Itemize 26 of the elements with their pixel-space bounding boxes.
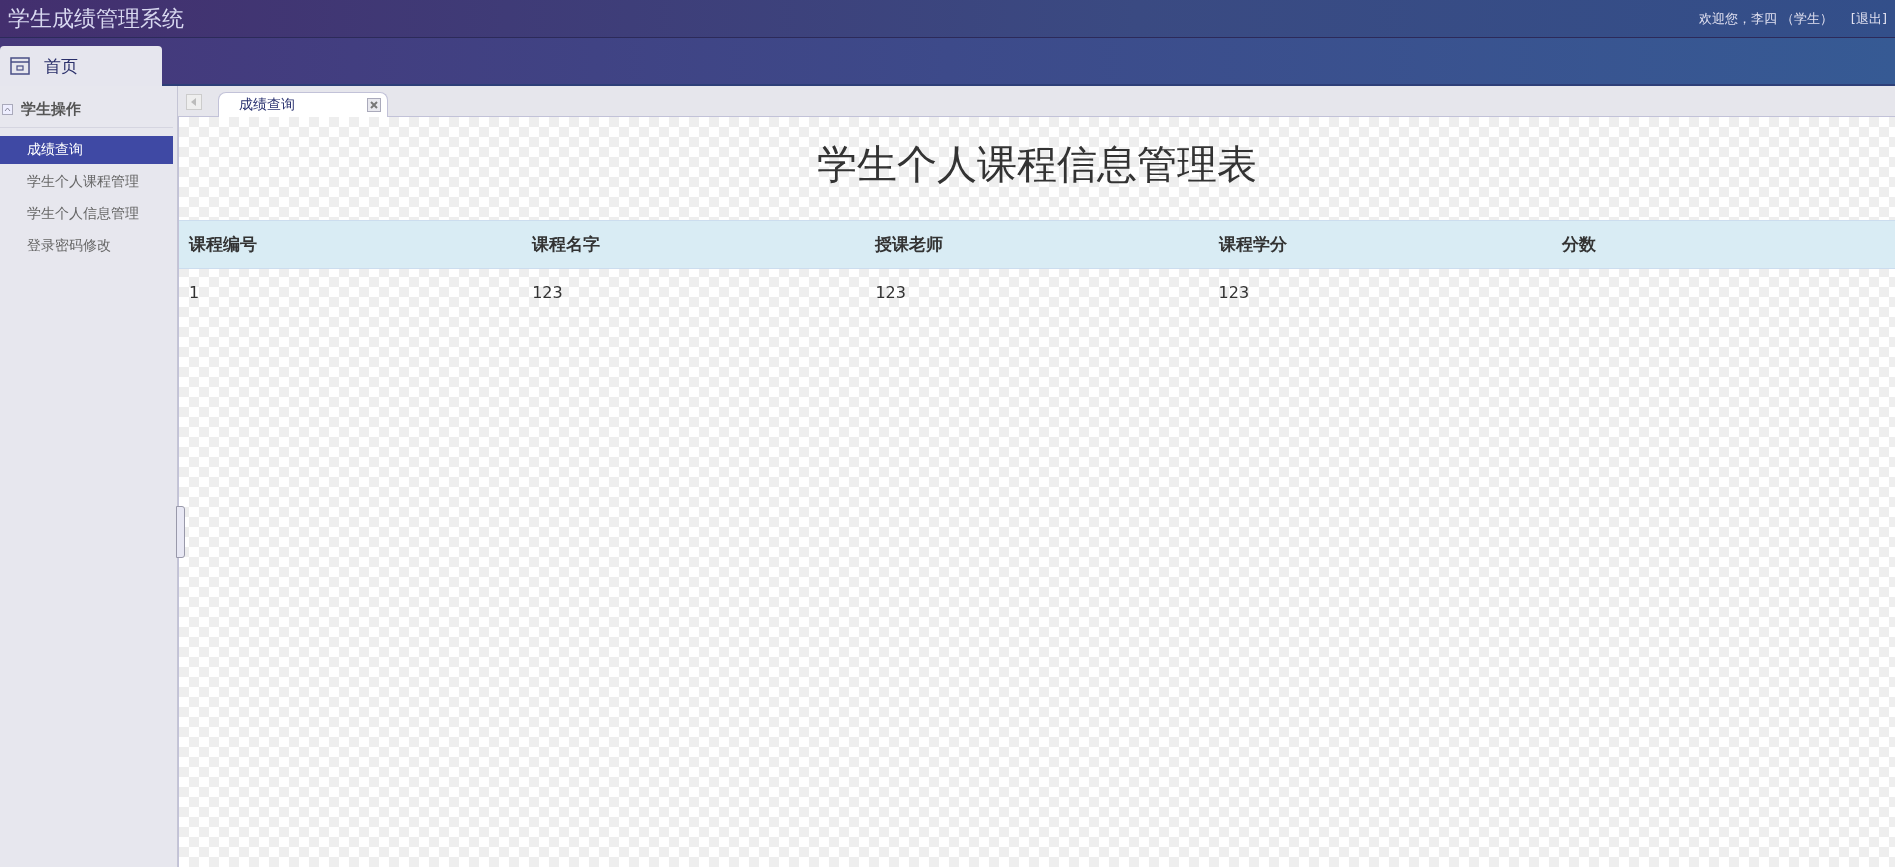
close-icon[interactable]: [367, 98, 381, 112]
column-header: 授课老师: [865, 220, 1209, 269]
content-tab[interactable]: 成绩查询: [218, 92, 388, 117]
column-header: 课程学分: [1208, 220, 1552, 269]
collapse-icon[interactable]: [2, 104, 13, 115]
section-heading: 学生操作: [21, 100, 81, 119]
column-header: 分数: [1551, 220, 1895, 269]
table-cell: 123: [532, 283, 563, 302]
home-tab[interactable]: 首页: [0, 46, 162, 86]
sidebar-item[interactable]: 登录密码修改: [0, 232, 173, 260]
column-header: 课程名字: [522, 220, 866, 269]
table-cell: 123: [1218, 283, 1250, 302]
welcome-text: 欢迎您，李四 （学生）: [1698, 9, 1833, 28]
table-cell: 1: [189, 283, 200, 302]
app-title: 学生成绩管理系统: [8, 4, 184, 33]
collapse-handle[interactable]: [176, 506, 185, 558]
scroll-left-button[interactable]: [186, 94, 202, 110]
sidebar-item[interactable]: 学生个人信息管理: [0, 200, 173, 228]
window-icon: [10, 57, 30, 75]
table-cell: 123: [875, 283, 906, 302]
column-header: 课程编号: [179, 220, 523, 269]
page-title: 学生个人课程信息管理表: [816, 140, 1258, 189]
left-arrow-icon: [191, 98, 197, 106]
sidebar-item[interactable]: 成绩查询: [0, 136, 173, 164]
logout-link[interactable]: [退出]: [1850, 9, 1887, 28]
sidebar-item[interactable]: 学生个人课程管理: [0, 168, 173, 196]
